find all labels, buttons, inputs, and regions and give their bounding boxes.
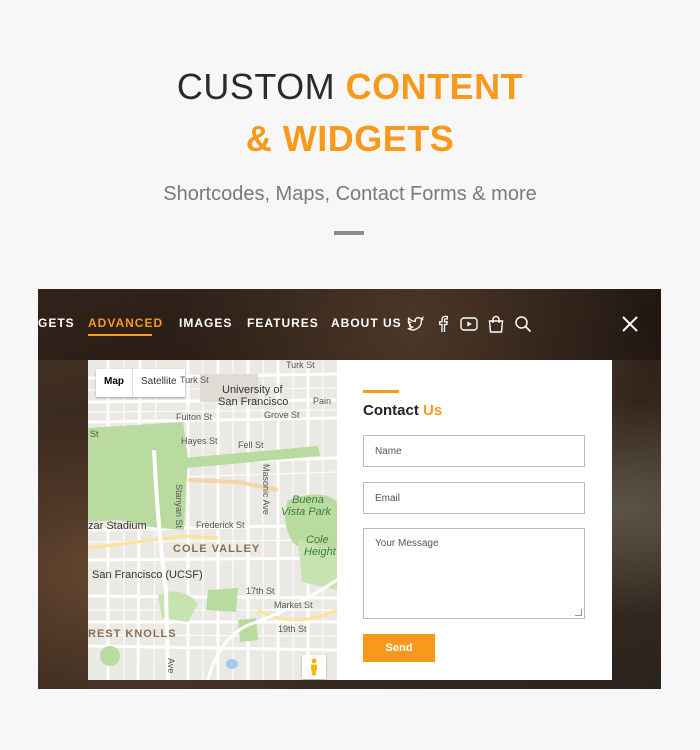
subtitle: Shortcodes, Maps, Contact Forms & more [163,183,537,205]
map-label: Fell St [238,440,264,450]
form-title-accent-word: Us [423,402,443,419]
contact-form: Contact Us Name Email Your Message Send [363,360,612,680]
facebook-icon[interactable] [433,314,453,334]
map-label: Turk St [180,375,209,385]
map-widget[interactable]: Map Satellite Turk St Turk St University… [88,360,337,680]
map-label: Pain [313,396,332,406]
map-label: Ave [166,658,176,674]
map-label: Frederick St [196,520,245,530]
map-label: Height [304,546,336,558]
map-label: San Francisco (UCSF) [92,569,203,581]
nav-item-widgets[interactable]: GETS [38,316,75,330]
nav-item-about-us[interactable]: ABOUT US [331,316,402,330]
form-title-plain: Contact [363,402,423,419]
map-label: COLE VALLEY [173,543,261,555]
map-label: Fulton St [176,412,213,422]
map-label: zar Stadium [88,520,147,532]
email-field[interactable]: Email [363,482,585,514]
map-label: REST KNOLLS [88,628,177,640]
search-icon[interactable] [513,314,533,334]
nav-item-advanced[interactable]: ADVANCED [88,316,163,330]
resize-handle[interactable] [575,609,582,616]
message-field[interactable]: Your Message [363,528,585,619]
map-label: Hayes St [181,436,218,446]
headline-line-2: & WIDGETS [245,118,455,159]
youtube-icon[interactable] [459,314,479,334]
map-label: Masonic Ave [261,464,271,515]
nav-item-features[interactable]: FEATURES [247,316,319,330]
close-icon[interactable] [620,314,640,334]
headline-line-1: CUSTOM CONTENT [0,66,700,108]
nav-item-images[interactable]: IMAGES [179,316,232,330]
map-label: Stanyan St [174,484,184,529]
send-button[interactable]: Send [363,634,435,662]
map-label: Grove St [264,410,300,420]
hero-section: CUSTOM CONTENT & WIDGETS Shortcodes, Map… [0,0,700,290]
map-type-toggle[interactable]: Map Satellite [96,369,185,397]
map-label: Vista Park [281,506,331,518]
message-placeholder: Your Message [375,538,439,549]
map-label: Cole [306,534,329,546]
divider [334,231,364,235]
map-label: Buena [292,494,324,506]
map-label: San Francisco [218,396,289,408]
demo-screenshot: GETS ADVANCED IMAGES FEATURES ABOUT US M… [38,289,661,689]
street-view-pegman[interactable] [302,655,326,679]
headline-plain: CUSTOM [176,66,346,107]
map-label: Turk St [286,360,315,370]
shopping-bag-icon[interactable] [486,314,506,334]
map-label: 17th St [246,586,275,596]
map-label: University of [222,384,283,396]
map-label: Market St [274,600,313,610]
headline-accent: CONTENT [345,66,524,107]
contact-panel: Map Satellite Turk St Turk St University… [88,360,612,680]
map-type-satellite[interactable]: Satellite [133,369,185,397]
map-label: St [90,429,99,439]
map-type-map[interactable]: Map [96,369,133,397]
form-title-accent [363,390,399,393]
pegman-icon [311,658,317,676]
name-field[interactable]: Name [363,435,585,467]
twitter-icon[interactable] [405,314,425,334]
navbar: GETS ADVANCED IMAGES FEATURES ABOUT US [38,289,661,360]
nav-active-underline [88,334,152,336]
form-title: Contact Us [363,402,442,419]
map-label: 19th St [278,624,307,634]
